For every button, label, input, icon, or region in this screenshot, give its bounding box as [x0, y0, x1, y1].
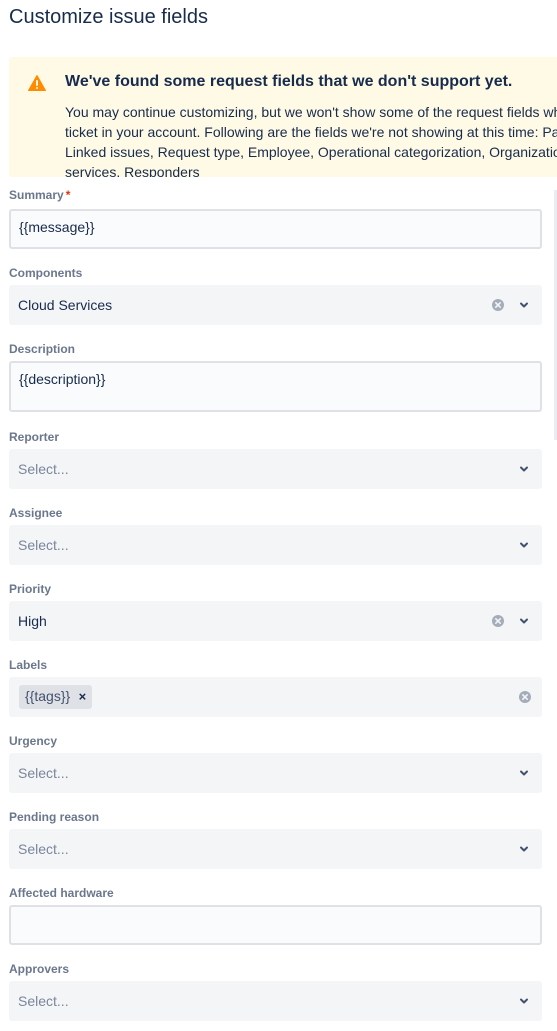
description-textarea[interactable]: {{description}} [9, 361, 542, 412]
components-label: Components [9, 266, 83, 280]
approvers-select[interactable]: Select... [9, 981, 542, 1021]
assignee-placeholder: Select... [18, 537, 69, 553]
summary-value: {{message}} [19, 219, 95, 235]
components-select[interactable]: Cloud Services [9, 285, 542, 325]
unsupported-fields-warning: We've found some request fields that we … [9, 57, 557, 177]
label-tag: {{tags}} × [19, 685, 93, 709]
clear-icon[interactable] [518, 690, 532, 704]
approvers-placeholder: Select... [18, 993, 69, 1009]
description-label: Description [9, 342, 76, 356]
clear-icon[interactable] [491, 298, 505, 312]
priority-select[interactable]: High [9, 601, 542, 641]
chevron-down-icon[interactable] [518, 995, 530, 1007]
labels-multiselect[interactable]: {{tags}} × [9, 677, 542, 717]
warning-body: You may continue customizing, but we won… [65, 104, 557, 177]
label-tag-text: {{tags}} [25, 688, 71, 704]
assignee-select[interactable]: Select... [9, 525, 542, 565]
chevron-down-icon[interactable] [518, 299, 530, 311]
labels-label: Labels [9, 658, 48, 672]
chevron-down-icon[interactable] [518, 463, 530, 475]
urgency-select[interactable]: Select... [9, 753, 542, 793]
assignee-label: Assignee [9, 506, 63, 520]
page-title: Customize issue fields [9, 6, 208, 28]
chevron-down-icon[interactable] [518, 843, 530, 855]
affected-hardware-input[interactable] [9, 905, 542, 945]
reporter-placeholder: Select... [18, 461, 69, 477]
pending-reason-select[interactable]: Select... [9, 829, 542, 869]
chevron-down-icon[interactable] [518, 539, 530, 551]
summary-input[interactable]: {{message}} [9, 209, 542, 249]
urgency-label: Urgency [9, 734, 58, 748]
warning-title: We've found some request fields that we … [65, 73, 513, 90]
summary-label-text: Summary [9, 188, 64, 202]
urgency-placeholder: Select... [18, 765, 69, 781]
summary-label: Summary * [9, 188, 70, 202]
priority-label: Priority [9, 582, 52, 596]
pending-reason-placeholder: Select... [18, 841, 69, 857]
description-value: {{description}} [19, 371, 106, 387]
warning-icon [28, 75, 46, 91]
pending-reason-label: Pending reason [9, 810, 100, 824]
components-value: Cloud Services [18, 297, 113, 313]
chevron-down-icon[interactable] [518, 615, 530, 627]
priority-value: High [18, 613, 47, 629]
affected-hardware-label: Affected hardware [9, 886, 114, 900]
required-mark: * [65, 188, 71, 202]
chevron-down-icon[interactable] [518, 767, 530, 779]
tag-remove-icon[interactable]: × [79, 689, 87, 704]
approvers-label: Approvers [9, 962, 70, 976]
clear-icon[interactable] [491, 614, 505, 628]
reporter-label: Reporter [9, 430, 60, 444]
reporter-select[interactable]: Select... [9, 449, 542, 489]
